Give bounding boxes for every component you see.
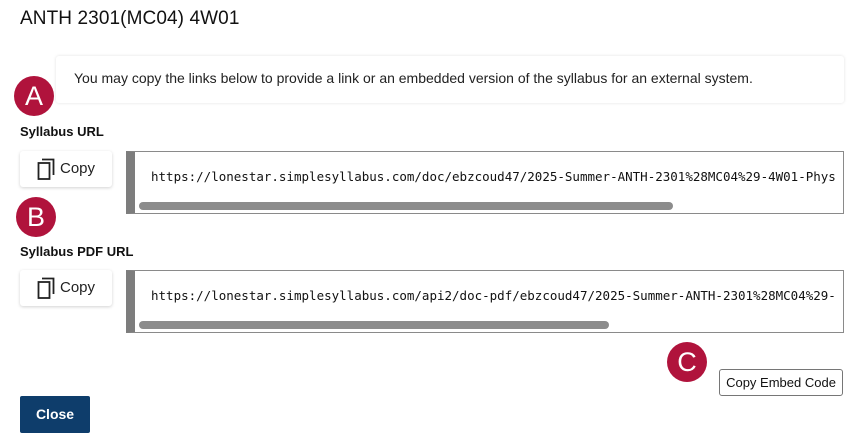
- horizontal-scrollbar[interactable]: [139, 321, 609, 329]
- copy-syllabus-url-button[interactable]: Copy: [20, 151, 112, 187]
- marker-a: A: [14, 76, 54, 116]
- copy-icon: [37, 277, 55, 299]
- syllabus-pdf-url-field[interactable]: https://lonestar.simplesyllabus.com/api2…: [126, 270, 844, 333]
- copy-label: Copy: [60, 160, 96, 177]
- syllabus-url-text[interactable]: https://lonestar.simplesyllabus.com/doc/…: [151, 169, 836, 184]
- copy-icon: [37, 158, 55, 180]
- info-box: You may copy the links below to provide …: [56, 56, 844, 103]
- syllabus-url-field[interactable]: https://lonestar.simplesyllabus.com/doc/…: [126, 151, 844, 214]
- syllabus-pdf-url-label: Syllabus PDF URL: [20, 244, 134, 259]
- marker-b: B: [16, 197, 56, 237]
- horizontal-scrollbar[interactable]: [139, 202, 673, 210]
- marker-c: C: [667, 342, 707, 382]
- syllabus-pdf-url-text[interactable]: https://lonestar.simplesyllabus.com/api2…: [151, 288, 836, 303]
- syllabus-url-label: Syllabus URL: [20, 124, 104, 139]
- copy-syllabus-pdf-url-button[interactable]: Copy: [20, 270, 112, 306]
- copy-label: Copy: [60, 279, 96, 296]
- info-text: You may copy the links below to provide …: [74, 70, 753, 86]
- dialog-title: ANTH 2301(MC04) 4W01: [20, 8, 240, 29]
- close-button[interactable]: Close: [20, 396, 90, 433]
- copy-embed-code-button[interactable]: Copy Embed Code: [719, 369, 843, 396]
